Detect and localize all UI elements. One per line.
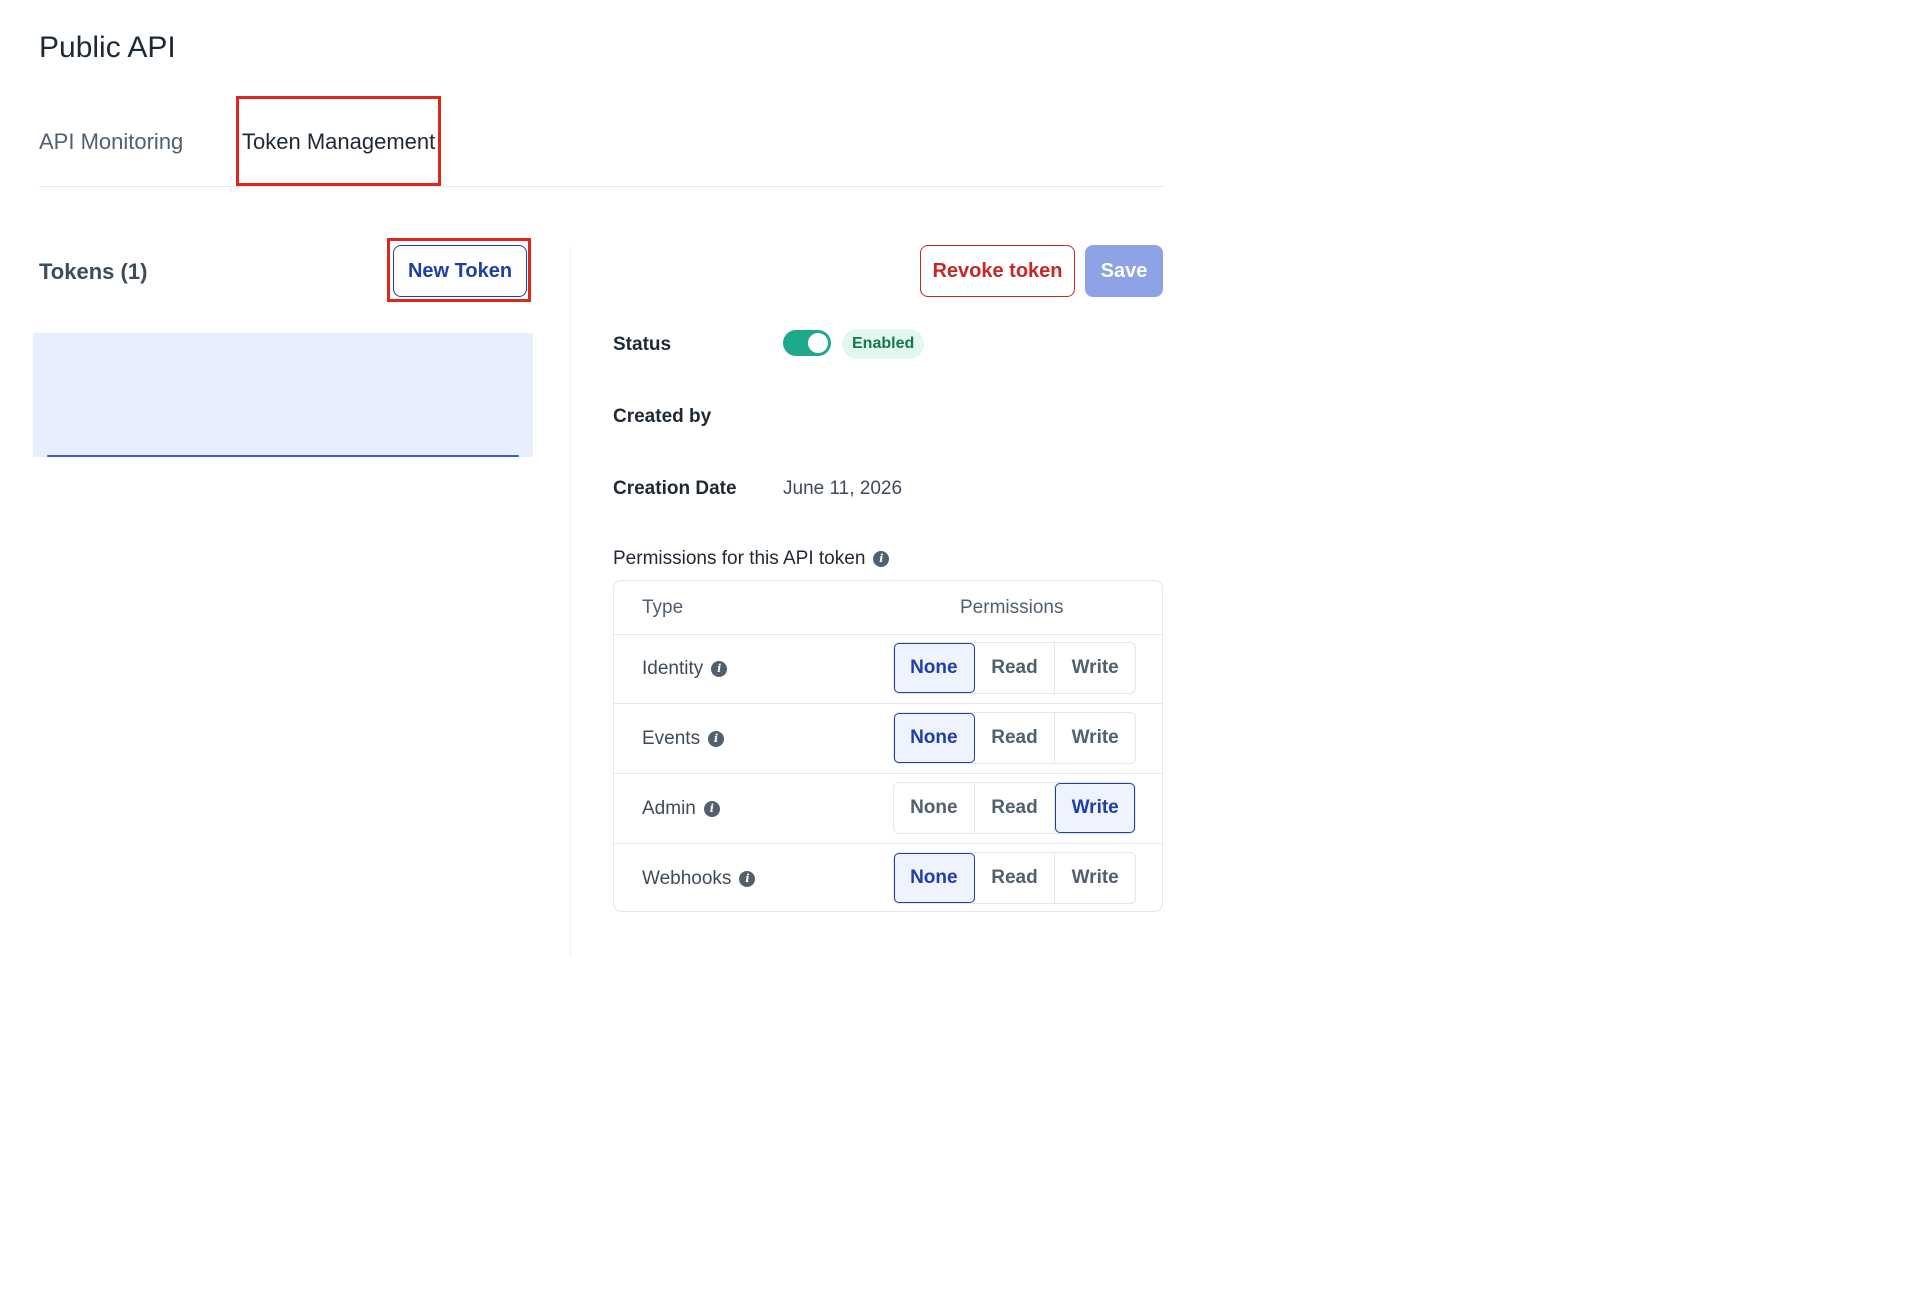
option-write[interactable]: Write [1055, 643, 1135, 693]
option-read[interactable]: Read [975, 713, 1056, 763]
column-divider [570, 246, 571, 956]
status-toggle[interactable] [783, 330, 831, 356]
option-read[interactable]: Read [975, 783, 1056, 833]
info-icon[interactable]: i [873, 551, 890, 567]
permission-type-label: Admin i [642, 774, 720, 843]
toggle-knob [808, 333, 828, 353]
option-none[interactable]: None [894, 643, 975, 693]
new-token-button[interactable]: New Token [393, 245, 527, 297]
page-title: Public API [39, 31, 176, 64]
creation-date-label: Creation Date [613, 478, 737, 499]
permission-type-text: Webhooks [642, 868, 732, 889]
permission-type-text: Identity [642, 658, 704, 679]
option-none[interactable]: None [894, 713, 975, 763]
status-badge: Enabled [842, 329, 925, 359]
tokens-title: Tokens (1) [39, 259, 148, 284]
info-icon[interactable]: i [739, 870, 756, 887]
tab-bar: API Monitoring Token Management [39, 98, 1164, 187]
permissions-heading-text: Permissions for this API token [613, 548, 866, 569]
permission-row-webhooks: Webhooks i None Read Write [614, 844, 1162, 913]
permission-row-events: Events i None Read Write [614, 704, 1162, 774]
permission-type-label: Webhooks i [642, 844, 756, 913]
token-list-item[interactable] [33, 333, 533, 457]
option-write[interactable]: Write [1055, 853, 1135, 903]
info-icon[interactable]: i [708, 730, 725, 747]
tab-api-monitoring[interactable]: API Monitoring [39, 98, 183, 186]
option-none[interactable]: None [894, 783, 975, 833]
save-button[interactable]: Save [1085, 245, 1163, 297]
option-none[interactable]: None [894, 853, 975, 903]
creation-date-value: June 11, 2026 [783, 478, 903, 499]
option-read[interactable]: Read [975, 853, 1056, 903]
permissions-table-header: Type Permissions [614, 581, 1162, 635]
permission-segmented-control: None Read Write [893, 782, 1136, 834]
revoke-token-button[interactable]: Revoke token [920, 245, 1075, 297]
permission-segmented-control: None Read Write [893, 642, 1136, 694]
permission-segmented-control: None Read Write [893, 712, 1136, 764]
permission-row-admin: Admin i None Read Write [614, 774, 1162, 844]
permission-row-identity: Identity i None Read Write [614, 634, 1162, 704]
status-label: Status [613, 334, 672, 355]
permission-type-text: Admin [642, 798, 696, 819]
info-icon[interactable]: i [711, 660, 728, 677]
permissions-table: Type Permissions Identity i None Read Wr… [613, 580, 1163, 912]
column-header-type: Type [642, 597, 684, 618]
permission-type-label: Events i [642, 704, 725, 773]
tab-token-management[interactable]: Token Management [240, 98, 437, 186]
permission-type-label: Identity i [642, 634, 728, 703]
permissions-heading: Permissions for this API token i [613, 545, 890, 573]
info-icon[interactable]: i [703, 800, 720, 817]
column-header-permissions: Permissions [960, 597, 1064, 618]
option-write[interactable]: Write [1055, 713, 1135, 763]
page: Public API API Monitoring Token Manageme… [0, 0, 1920, 1298]
option-read[interactable]: Read [975, 643, 1056, 693]
option-write[interactable]: Write [1055, 783, 1136, 833]
permission-type-text: Events [642, 728, 701, 749]
permission-segmented-control: None Read Write [893, 852, 1136, 904]
created-by-label: Created by [613, 406, 712, 427]
